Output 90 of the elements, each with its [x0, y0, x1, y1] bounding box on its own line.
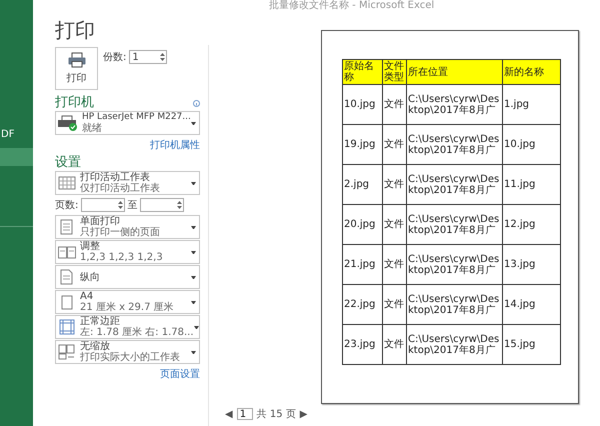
- caret-icon: [191, 250, 196, 254]
- collation-dropdown[interactable]: 调整 1,2,3 1,2,3 1,2,3: [55, 240, 200, 264]
- pages-icon: [58, 344, 76, 360]
- caret-icon: [191, 122, 196, 124]
- option-title: 单面打印: [80, 216, 121, 227]
- printer-dropdown[interactable]: HP LaserJet MFP M227... 就绪: [55, 111, 200, 135]
- table-cell: C:\Users\cyrw\Desktop\2017年8月广: [406, 84, 502, 124]
- copies-field[interactable]: 1: [128, 50, 167, 64]
- pages-label: 页数:: [55, 198, 78, 212]
- margins-icon: [58, 319, 76, 335]
- margins-dropdown[interactable]: 正常边距 左: 1.78 厘米 右: 1.78...: [55, 315, 200, 339]
- page-number-field[interactable]: 1: [236, 408, 253, 420]
- table-cell: 文件: [382, 164, 406, 204]
- to-label: 至: [127, 198, 138, 212]
- option-subtitle: 21 厘米 x 29.7 厘米: [80, 302, 175, 313]
- page-title: 打印: [55, 18, 96, 42]
- printer-name: HP LaserJet MFP M227...: [82, 112, 191, 122]
- caret-icon: [191, 276, 196, 278]
- table-cell: 14.jpg: [502, 284, 560, 324]
- header-cell: 原始名称: [342, 60, 382, 84]
- table-cell: 文件: [382, 124, 406, 164]
- header-cell: 新的名称: [502, 60, 560, 84]
- table-cell: 文件: [382, 84, 406, 124]
- printer-icon: [68, 51, 86, 69]
- stacked-pages-icon: [58, 244, 76, 260]
- option-title: 无缩放: [80, 341, 111, 352]
- option-title: 调整: [80, 241, 101, 252]
- option-subtitle: 1,2,3 1,2,3 1,2,3: [80, 252, 164, 263]
- table-cell: 13.jpg: [502, 244, 560, 284]
- table-cell: C:\Users\cyrw\Desktop\2017年8月广: [406, 324, 502, 364]
- table-cell: 10.jpg: [502, 124, 560, 164]
- caret-icon: [191, 300, 196, 304]
- table-cell: 12.jpg: [502, 204, 560, 244]
- page-from-field[interactable]: [80, 198, 125, 212]
- table-cell: 20.jpg: [342, 204, 382, 244]
- table-cell: 21.jpg: [342, 244, 382, 284]
- option-title: A4: [80, 291, 94, 302]
- table-cell: 文件: [382, 284, 406, 324]
- table-cell: C:\Users\cyrw\Desktop\2017年8月广: [406, 284, 502, 324]
- info-icon: [193, 100, 200, 106]
- table-cell: 23.jpg: [342, 324, 382, 364]
- print-button[interactable]: 打印: [55, 47, 98, 90]
- table-cell: 15.jpg: [502, 324, 560, 364]
- page-count: 共 15 页: [256, 408, 296, 420]
- caret-icon: [194, 326, 199, 328]
- printer-ready-icon: [58, 115, 78, 131]
- table-cell: C:\Users\cyrw\Desktop\2017年8月广: [406, 244, 502, 284]
- next-page-button[interactable]: ▶: [300, 408, 308, 420]
- grid-sheet-icon: [58, 175, 76, 191]
- option-subtitle: 仅打印活动工作表: [80, 183, 161, 194]
- page-setup-link[interactable]: 页面设置: [160, 366, 200, 382]
- header-cell: 所在位置: [406, 60, 502, 84]
- table-cell: C:\Users\cyrw\Desktop\2017年8月广: [406, 124, 502, 164]
- table-cell: 10.jpg: [342, 84, 382, 124]
- caret-icon: [191, 350, 196, 354]
- option-subtitle: 打印实际大小的工作表: [80, 352, 181, 363]
- sidebar-item[interactable]: DF: [0, 126, 33, 144]
- caret-icon: [191, 226, 196, 228]
- paper-size-dropdown[interactable]: A4 21 厘米 x 29.7 厘米: [55, 290, 200, 314]
- table-cell: 文件: [382, 244, 406, 284]
- table-cell: C:\Users\cyrw\Desktop\2017年8月广: [406, 164, 502, 204]
- section-heading: 设置: [55, 155, 82, 171]
- table-cell: 2.jpg: [342, 164, 382, 204]
- table-cell: 文件: [382, 204, 406, 244]
- previous-page-button[interactable]: ◀: [225, 408, 233, 420]
- printer-status: 就绪: [82, 123, 103, 134]
- duplex-dropdown[interactable]: 单面打印 只打印一侧的页面: [55, 215, 200, 239]
- table-cell: 1.jpg: [502, 84, 560, 124]
- print-scope-dropdown[interactable]: 打印活动工作表 仅打印活动工作表: [55, 171, 200, 195]
- spinner-arrows-icon: [176, 199, 183, 211]
- orientation-dropdown[interactable]: 纵向: [55, 265, 200, 289]
- table-cell: 文件: [382, 324, 406, 364]
- section-heading: 打印机: [55, 95, 94, 111]
- option-subtitle: 左: 1.78 厘米 右: 1.78...: [80, 327, 194, 338]
- spinner-arrows-icon: [116, 199, 124, 211]
- option-title: 纵向: [80, 272, 101, 282]
- caret-icon: [191, 182, 196, 184]
- scaling-dropdown[interactable]: 无缩放 打印实际大小的工作表: [55, 340, 200, 364]
- table-cell: 11.jpg: [502, 164, 560, 204]
- option-subtitle: 只打印一侧的页面: [80, 227, 161, 238]
- spinner-arrows-icon: [158, 51, 166, 63]
- table-cell: 22.jpg: [342, 284, 382, 324]
- copies-label: 份数:: [103, 50, 126, 64]
- option-title: 打印活动工作表: [80, 172, 150, 183]
- page-to-field[interactable]: [140, 198, 184, 212]
- table-cell: C:\Users\cyrw\Desktop\2017年8月广: [406, 204, 502, 244]
- printer-properties-link[interactable]: 打印机属性: [150, 138, 200, 152]
- header-cell: 文件类型: [382, 60, 406, 84]
- table-cell: 19.jpg: [342, 124, 382, 164]
- option-title: 正常边距: [80, 316, 121, 327]
